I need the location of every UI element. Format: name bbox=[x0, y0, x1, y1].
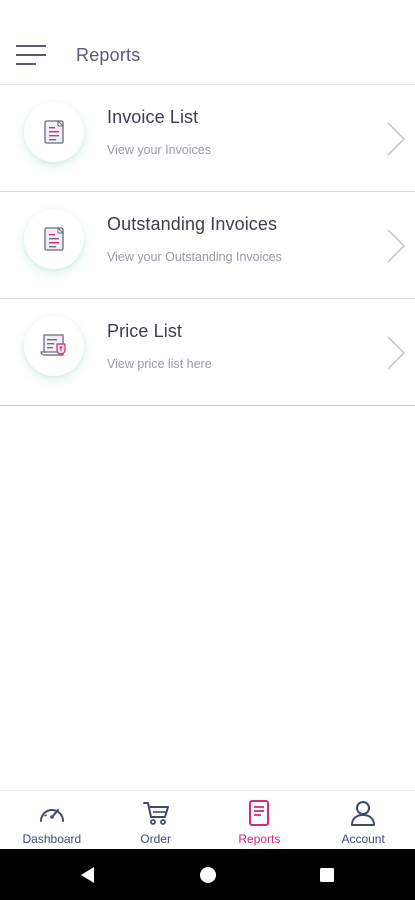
price-list-scroll-icon bbox=[40, 334, 66, 356]
status-bar bbox=[0, 0, 415, 26]
chevron-right-icon bbox=[387, 336, 406, 370]
nav-label: Order bbox=[140, 832, 171, 846]
system-back-button[interactable] bbox=[58, 849, 118, 900]
report-text: Outstanding Invoices View your Outstandi… bbox=[107, 214, 282, 264]
app-bar: Reports bbox=[0, 26, 415, 85]
report-icon-container bbox=[24, 209, 84, 269]
menu-button[interactable] bbox=[2, 26, 60, 85]
chevron-right-icon bbox=[387, 122, 406, 156]
report-title: Outstanding Invoices bbox=[107, 214, 278, 234]
user-icon bbox=[351, 801, 376, 826]
nav-item-dashboard[interactable]: Dashboard bbox=[0, 791, 104, 849]
nav-item-reports[interactable]: Reports bbox=[208, 791, 312, 849]
home-circle-icon bbox=[200, 866, 216, 883]
report-list: Invoice List View your Invoices Outstand… bbox=[0, 85, 415, 406]
report-item-outstanding-invoices[interactable]: Outstanding Invoices View your Outstandi… bbox=[0, 192, 415, 299]
chevron-right-icon bbox=[387, 229, 406, 263]
nav-item-account[interactable]: Account bbox=[311, 791, 415, 849]
report-icon-container bbox=[24, 102, 84, 162]
report-title: Price List bbox=[107, 321, 183, 341]
page-title: Reports bbox=[76, 44, 141, 65]
nav-label: Reports bbox=[238, 832, 281, 846]
outstanding-invoice-icon bbox=[44, 226, 65, 251]
report-subtitle: View price list here bbox=[107, 357, 212, 371]
system-navigation-bar bbox=[0, 849, 415, 900]
report-text: Price List View price list here bbox=[107, 321, 212, 371]
report-text: Invoice List View your Invoices bbox=[107, 107, 211, 157]
report-icon bbox=[249, 800, 270, 826]
hamburger-menu-icon bbox=[16, 45, 46, 65]
bottom-navigation: Dashboard Order Reports Account bbox=[0, 790, 415, 849]
report-icon-container bbox=[24, 316, 84, 376]
back-triangle-icon bbox=[81, 866, 94, 883]
nav-item-order[interactable]: Order bbox=[104, 791, 208, 849]
report-subtitle: View your Invoices bbox=[107, 143, 211, 157]
nav-label: Account bbox=[341, 832, 385, 846]
report-item-invoice-list[interactable]: Invoice List View your Invoices bbox=[0, 85, 415, 192]
speedometer-icon bbox=[39, 809, 64, 822]
report-title: Invoice List bbox=[107, 107, 199, 127]
nav-label: Dashboard bbox=[22, 832, 82, 846]
system-recents-button[interactable] bbox=[297, 849, 357, 900]
invoice-document-icon bbox=[44, 119, 65, 144]
cart-icon bbox=[142, 802, 169, 825]
system-home-button[interactable] bbox=[178, 849, 238, 900]
report-item-price-list[interactable]: Price List View price list here bbox=[0, 299, 415, 406]
report-subtitle: View your Outstanding Invoices bbox=[107, 250, 282, 264]
recents-square-icon bbox=[320, 867, 334, 882]
